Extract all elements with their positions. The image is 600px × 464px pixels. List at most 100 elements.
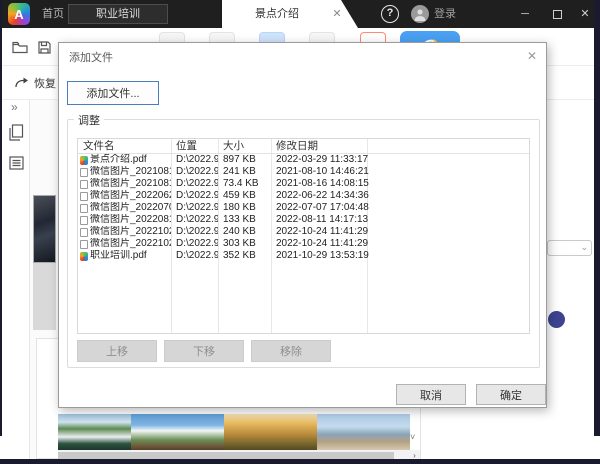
accent-color-dot[interactable] xyxy=(548,311,565,328)
file-size: 352 KB xyxy=(218,250,271,262)
dialog-close-icon[interactable]: ✕ xyxy=(523,47,541,65)
tab-scenic-intro[interactable]: 景点介绍 ✕ xyxy=(222,0,358,28)
table-row[interactable]: 景点介绍.pdf D:\2022.9.21... 897 KB 2022-03-… xyxy=(78,154,529,166)
minimize-button[interactable]: ─ xyxy=(512,0,538,28)
chevron-down-icon: ⌄ xyxy=(580,242,588,253)
file-table-body: 景点介绍.pdf D:\2022.9.21... 897 KB 2022-03-… xyxy=(78,154,529,262)
titlebar: A 首页 职业培训 景点介绍 ✕ ? 登录 ─ ✕ xyxy=(0,0,600,28)
window-frame xyxy=(0,459,600,464)
table-row[interactable]: 微信图片_2022062... D:\2022.9.21... 459 KB 2… xyxy=(78,190,529,202)
table-row[interactable]: 微信图片_2022081... D:\2022.9.21... 133 KB 2… xyxy=(78,214,529,226)
file-date: 2021-08-16 14:08:15 xyxy=(271,178,421,190)
file-table: 文件名 位置 大小 修改日期 景点介绍.pdf D:\2022.9.21... … xyxy=(77,138,530,334)
login-button[interactable]: 登录 xyxy=(434,0,456,28)
file-date: 2022-03-29 11:33:17 xyxy=(271,154,421,166)
bookmarks-list-icon[interactable] xyxy=(9,156,24,173)
adjust-groupbox: 调整 文件名 位置 大小 修改日期 景点介绍.pdf D:\2022.9.21.… xyxy=(67,119,540,368)
header-size[interactable]: 大小 xyxy=(218,139,271,154)
file-path: D:\2022.9.21... xyxy=(171,202,218,214)
table-row[interactable]: 微信图片_2022102... D:\2022.9.21... 240 KB 2… xyxy=(78,226,529,238)
file-type-icon xyxy=(80,156,88,165)
document-page-edge xyxy=(36,338,58,459)
tab-vocational-training[interactable]: 职业培训 xyxy=(68,4,168,24)
collapse-panel-icon[interactable]: » xyxy=(11,100,17,114)
file-size: 180 KB xyxy=(218,202,271,214)
table-row[interactable]: 职业培训.pdf D:\2022.9.21... 352 KB 2021-10-… xyxy=(78,250,529,262)
remove-button[interactable]: 移除 xyxy=(251,340,331,362)
page-photo-strip xyxy=(38,414,410,451)
add-files-dialog: 添加文件 ✕ 添加文件... 调整 文件名 位置 大小 修改日期 景点介绍.pd… xyxy=(58,42,547,408)
file-type-icon xyxy=(80,204,88,213)
add-files-button[interactable]: 添加文件... xyxy=(67,81,159,105)
file-name: 景点介绍.pdf xyxy=(90,154,147,166)
photo-thumbnail xyxy=(317,414,410,451)
file-path: D:\2022.9.21... xyxy=(171,178,218,190)
file-name: 微信图片_2022102... xyxy=(90,238,171,250)
file-size: 459 KB xyxy=(218,190,271,202)
save-icon[interactable] xyxy=(38,41,51,57)
help-icon[interactable]: ? xyxy=(381,5,399,23)
file-path: D:\2022.9.21... xyxy=(171,226,218,238)
scrollbar-thumb[interactable] xyxy=(42,452,394,459)
left-sidebar: » xyxy=(2,100,30,459)
page-thumbnails-icon[interactable] xyxy=(9,124,24,144)
file-name: 微信图片_2021081... xyxy=(90,178,171,190)
table-row[interactable]: 微信图片_2021081... D:\2022.9.21... 73.4 KB … xyxy=(78,178,529,190)
file-type-icon xyxy=(80,168,88,177)
file-type-icon xyxy=(80,228,88,237)
file-date: 2022-07-07 17:04:48 xyxy=(271,202,421,214)
file-size: 897 KB xyxy=(218,154,271,166)
tab-label: 景点介绍 xyxy=(222,0,332,28)
photo-thumbnail xyxy=(131,414,224,451)
file-name: 微信图片_2022081... xyxy=(90,214,171,226)
maximize-icon xyxy=(553,10,562,19)
file-path: D:\2022.9.21... xyxy=(171,250,218,262)
file-date: 2022-10-24 11:41:29 xyxy=(271,226,421,238)
header-location[interactable]: 位置 xyxy=(171,139,218,154)
restore-button[interactable]: 恢复 xyxy=(14,73,56,93)
avatar[interactable] xyxy=(411,5,429,23)
open-folder-icon[interactable] xyxy=(12,41,28,57)
ok-button[interactable]: 确定 xyxy=(476,384,546,405)
header-filename[interactable]: 文件名 xyxy=(78,139,171,154)
file-type-icon xyxy=(80,180,88,189)
cancel-button[interactable]: 取消 xyxy=(396,384,466,405)
tab-close-icon[interactable]: ✕ xyxy=(326,0,348,28)
table-row[interactable]: 微信图片_2021081... D:\2022.9.21... 241 KB 2… xyxy=(78,166,529,178)
file-name: 微信图片_2022102... xyxy=(90,226,171,238)
file-path: D:\2022.9.21... xyxy=(171,190,218,202)
file-date: 2022-08-11 14:17:13 xyxy=(271,214,421,226)
file-date: 2021-08-10 14:46:21 xyxy=(271,166,421,178)
window-frame xyxy=(0,0,2,436)
move-up-button[interactable]: 上移 xyxy=(77,340,157,362)
app-logo-icon: A xyxy=(8,3,30,25)
panel-divider xyxy=(420,408,421,459)
file-size: 133 KB xyxy=(218,214,271,226)
page-thumbnail[interactable] xyxy=(33,195,56,263)
table-row[interactable]: 微信图片_2022070... D:\2022.9.21... 180 KB 2… xyxy=(78,202,529,214)
thumbnail-panel xyxy=(30,100,58,459)
table-row[interactable]: 微信图片_2022102... D:\2022.9.21... 303 KB 2… xyxy=(78,238,529,250)
thumbnail-scroll-track[interactable] xyxy=(33,263,56,330)
zoom-dropdown[interactable]: ⌄ xyxy=(547,240,592,256)
file-path: D:\2022.9.21... xyxy=(171,154,218,166)
header-date[interactable]: 修改日期 xyxy=(271,139,367,154)
file-type-icon xyxy=(80,240,88,249)
file-path: D:\2022.9.21... xyxy=(171,214,218,226)
move-down-button[interactable]: 下移 xyxy=(164,340,244,362)
restore-label: 恢复 xyxy=(34,75,56,91)
groupbox-label: 调整 xyxy=(74,112,104,128)
maximize-button[interactable] xyxy=(544,0,570,28)
file-size: 73.4 KB xyxy=(218,178,271,190)
home-button[interactable]: 首页 xyxy=(36,0,70,28)
file-name: 微信图片_2021081... xyxy=(90,166,171,178)
file-type-icon xyxy=(80,252,88,261)
file-size: 241 KB xyxy=(218,166,271,178)
file-path: D:\2022.9.21... xyxy=(171,166,218,178)
file-date: 2021-10-29 13:53:19 xyxy=(271,250,421,262)
redo-arrow-icon xyxy=(14,77,29,90)
file-date: 2022-06-22 14:34:36 xyxy=(271,190,421,202)
file-name: 微信图片_2022070... xyxy=(90,202,171,214)
scroll-down-icon[interactable]: ˅ xyxy=(410,432,415,442)
file-name: 职业培训.pdf xyxy=(90,250,147,262)
